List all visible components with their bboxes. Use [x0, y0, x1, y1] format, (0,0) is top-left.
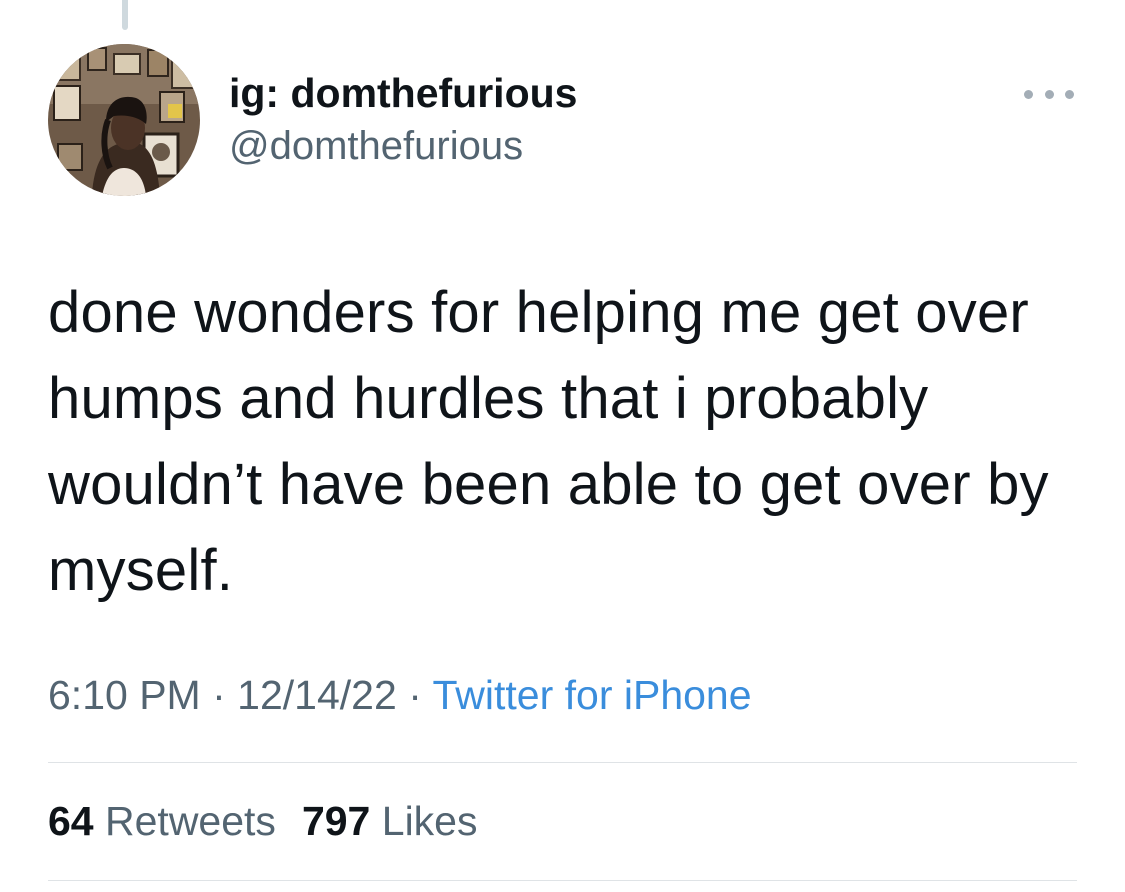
- avatar-image: [48, 44, 200, 196]
- tweet-time[interactable]: 6:10 PM: [48, 672, 201, 718]
- likes-count: 797: [301, 798, 371, 844]
- more-horizontal-icon-dot: [1065, 89, 1074, 99]
- user-handle[interactable]: @domthefurious: [229, 124, 523, 169]
- tweet-source-link[interactable]: Twitter for iPhone: [433, 672, 752, 718]
- meta-separator: ·: [212, 672, 226, 718]
- tweet-meta: 6:10 PM · 12/14/22 · Twitter for iPhone: [48, 672, 752, 719]
- tweet-text: done wonders for helping me get over hum…: [48, 280, 1049, 603]
- likes-stat[interactable]: 797 Likes: [302, 798, 478, 844]
- meta-separator: ·: [408, 672, 422, 718]
- retweets-label: Retweets: [105, 798, 276, 844]
- divider: [48, 762, 1077, 763]
- divider: [48, 880, 1077, 881]
- thread-connector-line: [122, 0, 128, 30]
- retweets-stat[interactable]: 64 Retweets: [48, 798, 276, 844]
- tweet-date[interactable]: 12/14/22: [237, 672, 397, 718]
- display-name[interactable]: ig: domthefurious: [229, 70, 577, 117]
- more-horizontal-icon: [1024, 89, 1033, 99]
- likes-label: Likes: [381, 798, 478, 844]
- more-horizontal-icon-dot: [1044, 89, 1054, 99]
- more-options-button[interactable]: [1024, 84, 1074, 104]
- retweets-count: 64: [48, 798, 94, 844]
- avatar[interactable]: [48, 44, 200, 196]
- tweet-stats: 64 Retweets 797 Likes: [48, 798, 477, 845]
